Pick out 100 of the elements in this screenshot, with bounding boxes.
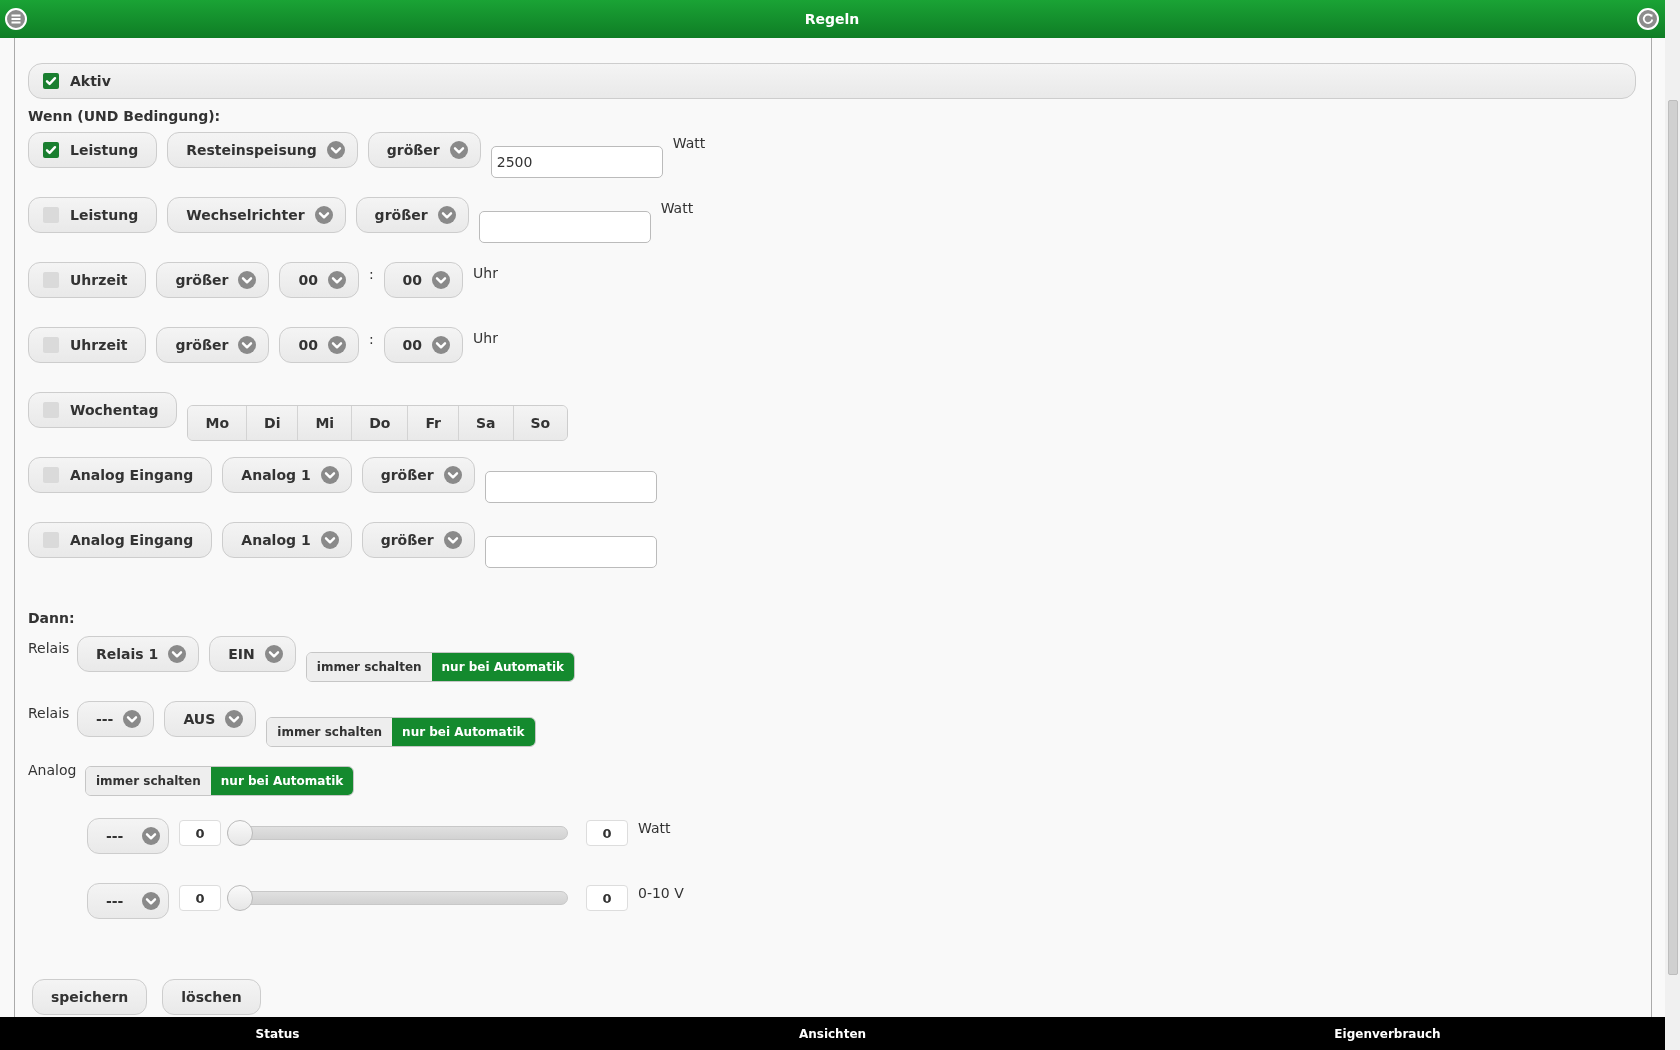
action-button[interactable]: speichern (32, 979, 148, 1015)
checkbox-label[interactable]: Analog Eingang (70, 532, 194, 548)
dropdown-select[interactable]: --- (77, 701, 155, 737)
checkbox[interactable] (43, 467, 59, 483)
checkbox-label[interactable]: Leistung (70, 207, 139, 223)
chevron-down-icon (142, 892, 160, 910)
max-value: 0 (586, 820, 628, 846)
weekday-toggle[interactable]: Mo (188, 406, 246, 440)
active-toggle-bar[interactable]: Aktiv (28, 63, 1636, 99)
checkbox[interactable] (43, 532, 59, 548)
checkbox-label[interactable]: Analog Eingang (70, 467, 194, 483)
dropdown-select[interactable]: 00 (279, 262, 359, 298)
checkbox-label[interactable]: Leistung (70, 142, 139, 158)
dropdown-select[interactable]: AUS (164, 701, 257, 737)
chevron-down-icon (432, 271, 451, 289)
input-field[interactable] (484, 471, 657, 503)
checkbox-toggle[interactable]: Uhrzeit (28, 262, 147, 298)
checkbox[interactable] (43, 73, 59, 89)
chevron-down-icon (314, 206, 333, 224)
checkbox[interactable] (43, 337, 59, 353)
checkbox-label[interactable]: Uhrzeit (70, 272, 128, 288)
chevron-down-icon (437, 206, 456, 224)
dropdown-select[interactable]: 00 (279, 327, 359, 363)
unit-label: Uhr (473, 330, 498, 346)
slider-thumb[interactable] (227, 820, 253, 846)
checkbox[interactable] (43, 142, 59, 158)
chevron-down-icon (320, 531, 339, 549)
chevron-down-icon (238, 336, 257, 354)
slider-thumb[interactable] (227, 885, 253, 911)
dropdown-select[interactable]: Analog 1 (222, 457, 352, 493)
dropdown-select[interactable]: 00 (383, 327, 464, 363)
dropdown-select[interactable]: größer (367, 132, 481, 168)
min-value: 0 (179, 885, 221, 911)
checkbox-toggle[interactable]: Analog Eingang (28, 522, 213, 558)
weekday-toggle[interactable]: Di (246, 406, 298, 440)
menu-icon (5, 8, 27, 30)
mode-toggle[interactable]: nur bei Automatik (392, 718, 535, 746)
mode-toggle[interactable]: immer schalten (86, 767, 211, 795)
chevron-down-icon (123, 710, 142, 728)
checkbox[interactable] (43, 207, 59, 223)
dropdown-select[interactable]: größer (361, 457, 475, 493)
scrollbar-thumb[interactable] (1668, 100, 1678, 975)
input-field[interactable]: 2500 (490, 146, 663, 178)
dropdown-select[interactable]: Resteinspeisung (167, 132, 358, 168)
unit-label: Watt (660, 200, 694, 216)
refresh-icon (1637, 8, 1659, 30)
checkbox-label[interactable]: Wochentag (70, 402, 159, 418)
nav-tab[interactable]: Eigenverbrauch (1334, 1026, 1441, 1041)
dropdown-select[interactable]: Analog 1 (222, 522, 352, 558)
chevron-down-icon (238, 271, 257, 289)
mode-toggle[interactable]: nur bei Automatik (210, 767, 354, 795)
section-heading: Dann: (28, 609, 76, 627)
dropdown-select[interactable]: --- (87, 818, 169, 854)
chevron-down-icon (225, 710, 244, 728)
weekday-toggle[interactable]: Sa (458, 406, 513, 440)
chevron-down-icon (320, 466, 339, 484)
chevron-down-icon (168, 645, 187, 663)
checkbox[interactable] (43, 402, 59, 418)
dropdown-select[interactable]: 00 (383, 262, 464, 298)
mode-toggle[interactable]: nur bei Automatik (431, 653, 575, 681)
dropdown-select[interactable]: größer (156, 262, 270, 298)
nav-tab[interactable]: Ansichten (798, 1026, 867, 1041)
checkbox-toggle[interactable]: Analog Eingang (28, 457, 213, 493)
scrollbar[interactable] (1665, 0, 1680, 1050)
weekday-toggle[interactable]: Do (351, 406, 408, 440)
checkbox-toggle[interactable]: Leistung (28, 132, 158, 168)
weekday-toggle[interactable]: So (512, 406, 568, 440)
chevron-down-icon (449, 141, 468, 159)
section-heading: Wenn (UND Bedingung): (28, 107, 222, 125)
dropdown-select[interactable]: EIN (209, 636, 296, 672)
weekday-toggle[interactable]: Mi (297, 406, 352, 440)
dropdown-select[interactable]: größer (355, 197, 469, 233)
checkbox-toggle[interactable]: Uhrzeit (28, 327, 147, 363)
dropdown-select[interactable]: größer (156, 327, 270, 363)
dropdown-select[interactable]: Wechselrichter (167, 197, 346, 233)
checkbox-toggle[interactable]: Wochentag (28, 392, 178, 428)
chevron-down-icon (142, 827, 160, 845)
checkbox[interactable] (43, 272, 59, 288)
unit-label: Uhr (473, 265, 498, 281)
weekday-toggle[interactable]: Fr (407, 406, 458, 440)
checkbox-label[interactable]: Uhrzeit (70, 337, 128, 353)
checkbox-toggle[interactable]: Leistung (28, 197, 158, 233)
chevron-down-icon (327, 271, 346, 289)
row-label: Relais (28, 705, 67, 721)
dropdown-select[interactable]: --- (87, 883, 169, 919)
checkbox-label[interactable]: Aktiv (70, 73, 111, 89)
min-value: 0 (179, 820, 221, 846)
dropdown-select[interactable]: größer (361, 522, 475, 558)
dropdown-select[interactable]: Relais 1 (77, 636, 200, 672)
slider[interactable] (227, 885, 568, 911)
input-field[interactable] (478, 211, 651, 243)
chevron-down-icon (264, 645, 283, 663)
nav-tab[interactable]: Status (255, 1026, 300, 1041)
action-button[interactable]: löschen (162, 979, 261, 1015)
row-label: Relais (28, 640, 67, 656)
slider[interactable] (227, 820, 568, 846)
mode-toggle[interactable]: immer schalten (267, 718, 393, 746)
input-field[interactable] (484, 536, 657, 568)
mode-toggle[interactable]: immer schalten (306, 653, 432, 681)
chevron-down-icon (443, 531, 462, 549)
